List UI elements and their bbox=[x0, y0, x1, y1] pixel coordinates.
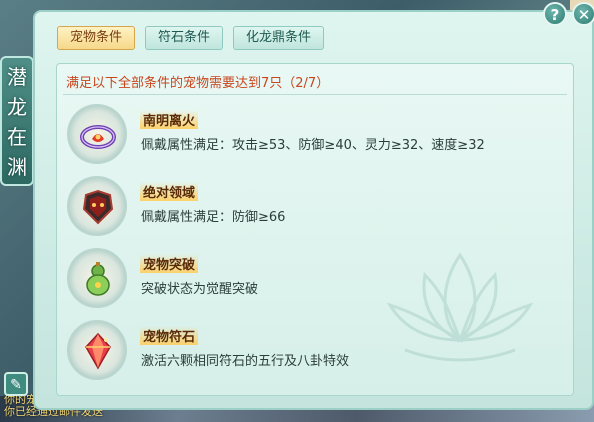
condition-icon-frame bbox=[67, 104, 127, 164]
banner-char: 龙 bbox=[7, 95, 27, 119]
edit-icon[interactable]: ✎ bbox=[4, 372, 28, 396]
banner-char: 渊 bbox=[7, 155, 27, 179]
condition-icon-frame bbox=[67, 248, 127, 308]
conditions-content: 满足以下全部条件的宠物需要达到7只（2/7） 南明离火 佩戴属性满足：攻击≥53… bbox=[56, 63, 574, 396]
condition-title: 绝对领域 bbox=[140, 182, 199, 201]
condition-tabs: 宠物条件 符石条件 化龙鼎条件 bbox=[57, 26, 325, 50]
help-button[interactable]: ? bbox=[543, 2, 567, 26]
condition-title: 南明离火 bbox=[140, 110, 199, 129]
condition-description: 激活六颗相同符石的五行及八卦特效 bbox=[141, 354, 350, 369]
condition-item: 南明离火 佩戴属性满足：攻击≥53、防御≥40、灵力≥32、速度≥32 bbox=[67, 104, 557, 168]
tab-pet-conditions[interactable]: 宠物条件 bbox=[57, 26, 136, 50]
gem-icon bbox=[85, 332, 111, 370]
condition-title: 宠物突破 bbox=[140, 254, 199, 273]
side-banner-title: 潜 龙 在 渊 bbox=[0, 56, 34, 186]
bracelet-icon bbox=[80, 125, 116, 149]
condition-description: 突破状态为觉醒突破 bbox=[141, 282, 259, 297]
condition-item: 宠物符石 激活六颗相同符石的五行及八卦特效 bbox=[67, 320, 557, 384]
condition-item: 宠物突破 突破状态为觉醒突破 bbox=[67, 248, 557, 312]
condition-title: 宠物符石 bbox=[140, 326, 199, 345]
condition-description: 佩戴属性满足：攻击≥53、防御≥40、灵力≥32、速度≥32 bbox=[141, 138, 485, 153]
tab-dragon-cauldron-conditions[interactable]: 化龙鼎条件 bbox=[233, 26, 325, 50]
banner-char: 在 bbox=[7, 125, 27, 149]
gourd-icon bbox=[86, 262, 110, 296]
requirement-header: 满足以下全部条件的宠物需要达到7只（2/7） bbox=[66, 76, 330, 91]
tab-rune-conditions[interactable]: 符石条件 bbox=[145, 26, 224, 50]
condition-item: 绝对领域 佩戴属性满足：防御≥66 bbox=[67, 176, 557, 240]
close-button[interactable]: ✕ bbox=[572, 2, 594, 26]
banner-char: 潜 bbox=[7, 65, 27, 89]
armor-icon bbox=[82, 189, 114, 225]
divider bbox=[63, 94, 567, 95]
condition-description: 佩戴属性满足：防御≥66 bbox=[141, 210, 286, 225]
condition-icon-frame bbox=[67, 176, 127, 236]
condition-icon-frame bbox=[67, 320, 127, 380]
